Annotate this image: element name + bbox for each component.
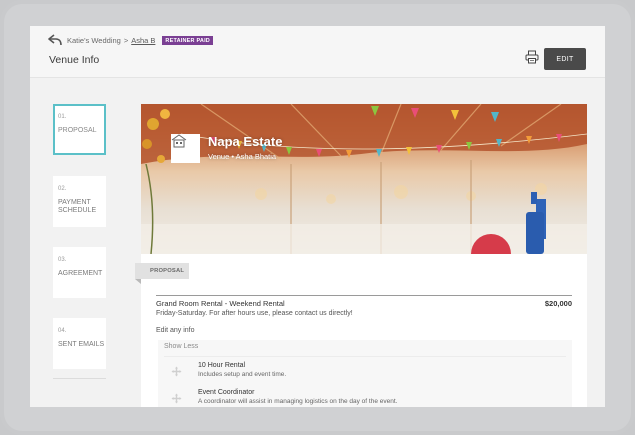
breadcrumb-separator: > <box>123 36 129 45</box>
step-label: PROPOSAL <box>58 126 97 134</box>
venue-hero-image: Napa Estate Venue • Asha Bhatia <box>141 104 587 254</box>
step-proposal[interactable]: 01. PROPOSAL <box>53 104 106 155</box>
step-number: 04. <box>58 328 67 334</box>
proposal-card: PROPOSAL Grand Room Rental - Weekend Ren… <box>135 254 587 407</box>
drag-handle-icon[interactable] <box>171 393 182 404</box>
step-label: SENT EMAILS <box>58 340 105 348</box>
tab-fold <box>135 279 141 284</box>
detail-description: A coordinator will assist in managing lo… <box>198 398 398 405</box>
detail-description: Includes setup and event time. <box>198 371 287 378</box>
venue-type-icon <box>171 134 200 163</box>
back-arrow-icon[interactable] <box>48 34 62 46</box>
step-number: 01. <box>58 114 67 120</box>
detail-row: Event Coordinator A coordinator will ass… <box>158 386 572 407</box>
step-sent-emails[interactable]: 04. SENT EMAILS <box>53 318 106 369</box>
line-item-details: Show Less 10 Hour Rental Includes setup … <box>158 340 572 407</box>
show-less-toggle[interactable]: Show Less <box>164 343 566 357</box>
hero-photo <box>141 104 587 254</box>
building-icon <box>171 134 187 148</box>
breadcrumb-parent[interactable]: Katie's Wedding <box>67 36 121 45</box>
breadcrumb-current[interactable]: Asha B <box>131 36 155 45</box>
step-agreement[interactable]: 03. AGREEMENT <box>53 247 106 298</box>
edit-button[interactable]: EDIT <box>544 48 586 70</box>
line-item-description: Friday-Saturday. For after hours use, pl… <box>156 310 353 317</box>
page-title: Venue Info <box>49 54 100 66</box>
line-item-price: $20,000 <box>544 299 572 308</box>
breadcrumb: Katie's Wedding > Asha B RETAINER PAID <box>67 36 213 45</box>
line-item-title: Grand Room Rental - Weekend Rental <box>156 299 285 308</box>
edit-info-link[interactable]: Edit any info <box>156 327 195 334</box>
status-badge: RETAINER PAID <box>162 36 213 45</box>
proposal-section-tab: PROPOSAL <box>135 263 189 279</box>
step-number: 03. <box>58 257 67 263</box>
step-number: 02. <box>58 186 67 192</box>
divider <box>156 295 572 296</box>
app-screen: Katie's Wedding > Asha B RETAINER PAID V… <box>30 26 605 407</box>
step-label: PAYMENT SCHEDULE <box>58 198 97 215</box>
venue-name: Napa Estate <box>208 134 283 149</box>
venue-subtitle: Venue • Asha Bhatia <box>208 152 277 161</box>
print-icon[interactable] <box>525 50 539 64</box>
drag-handle-icon[interactable] <box>171 366 182 377</box>
main-content: Napa Estate Venue • Asha Bhatia PROPOSAL… <box>135 104 587 407</box>
detail-row: 10 Hour Rental Includes setup and event … <box>158 359 572 385</box>
header-bar: Katie's Wedding > Asha B RETAINER PAID V… <box>30 26 605 78</box>
detail-title: 10 Hour Rental <box>198 362 246 369</box>
divider <box>53 378 106 379</box>
detail-title: Event Coordinator <box>198 389 255 396</box>
step-label: AGREEMENT <box>58 269 103 277</box>
step-payment-schedule[interactable]: 02. PAYMENT SCHEDULE <box>53 176 106 227</box>
